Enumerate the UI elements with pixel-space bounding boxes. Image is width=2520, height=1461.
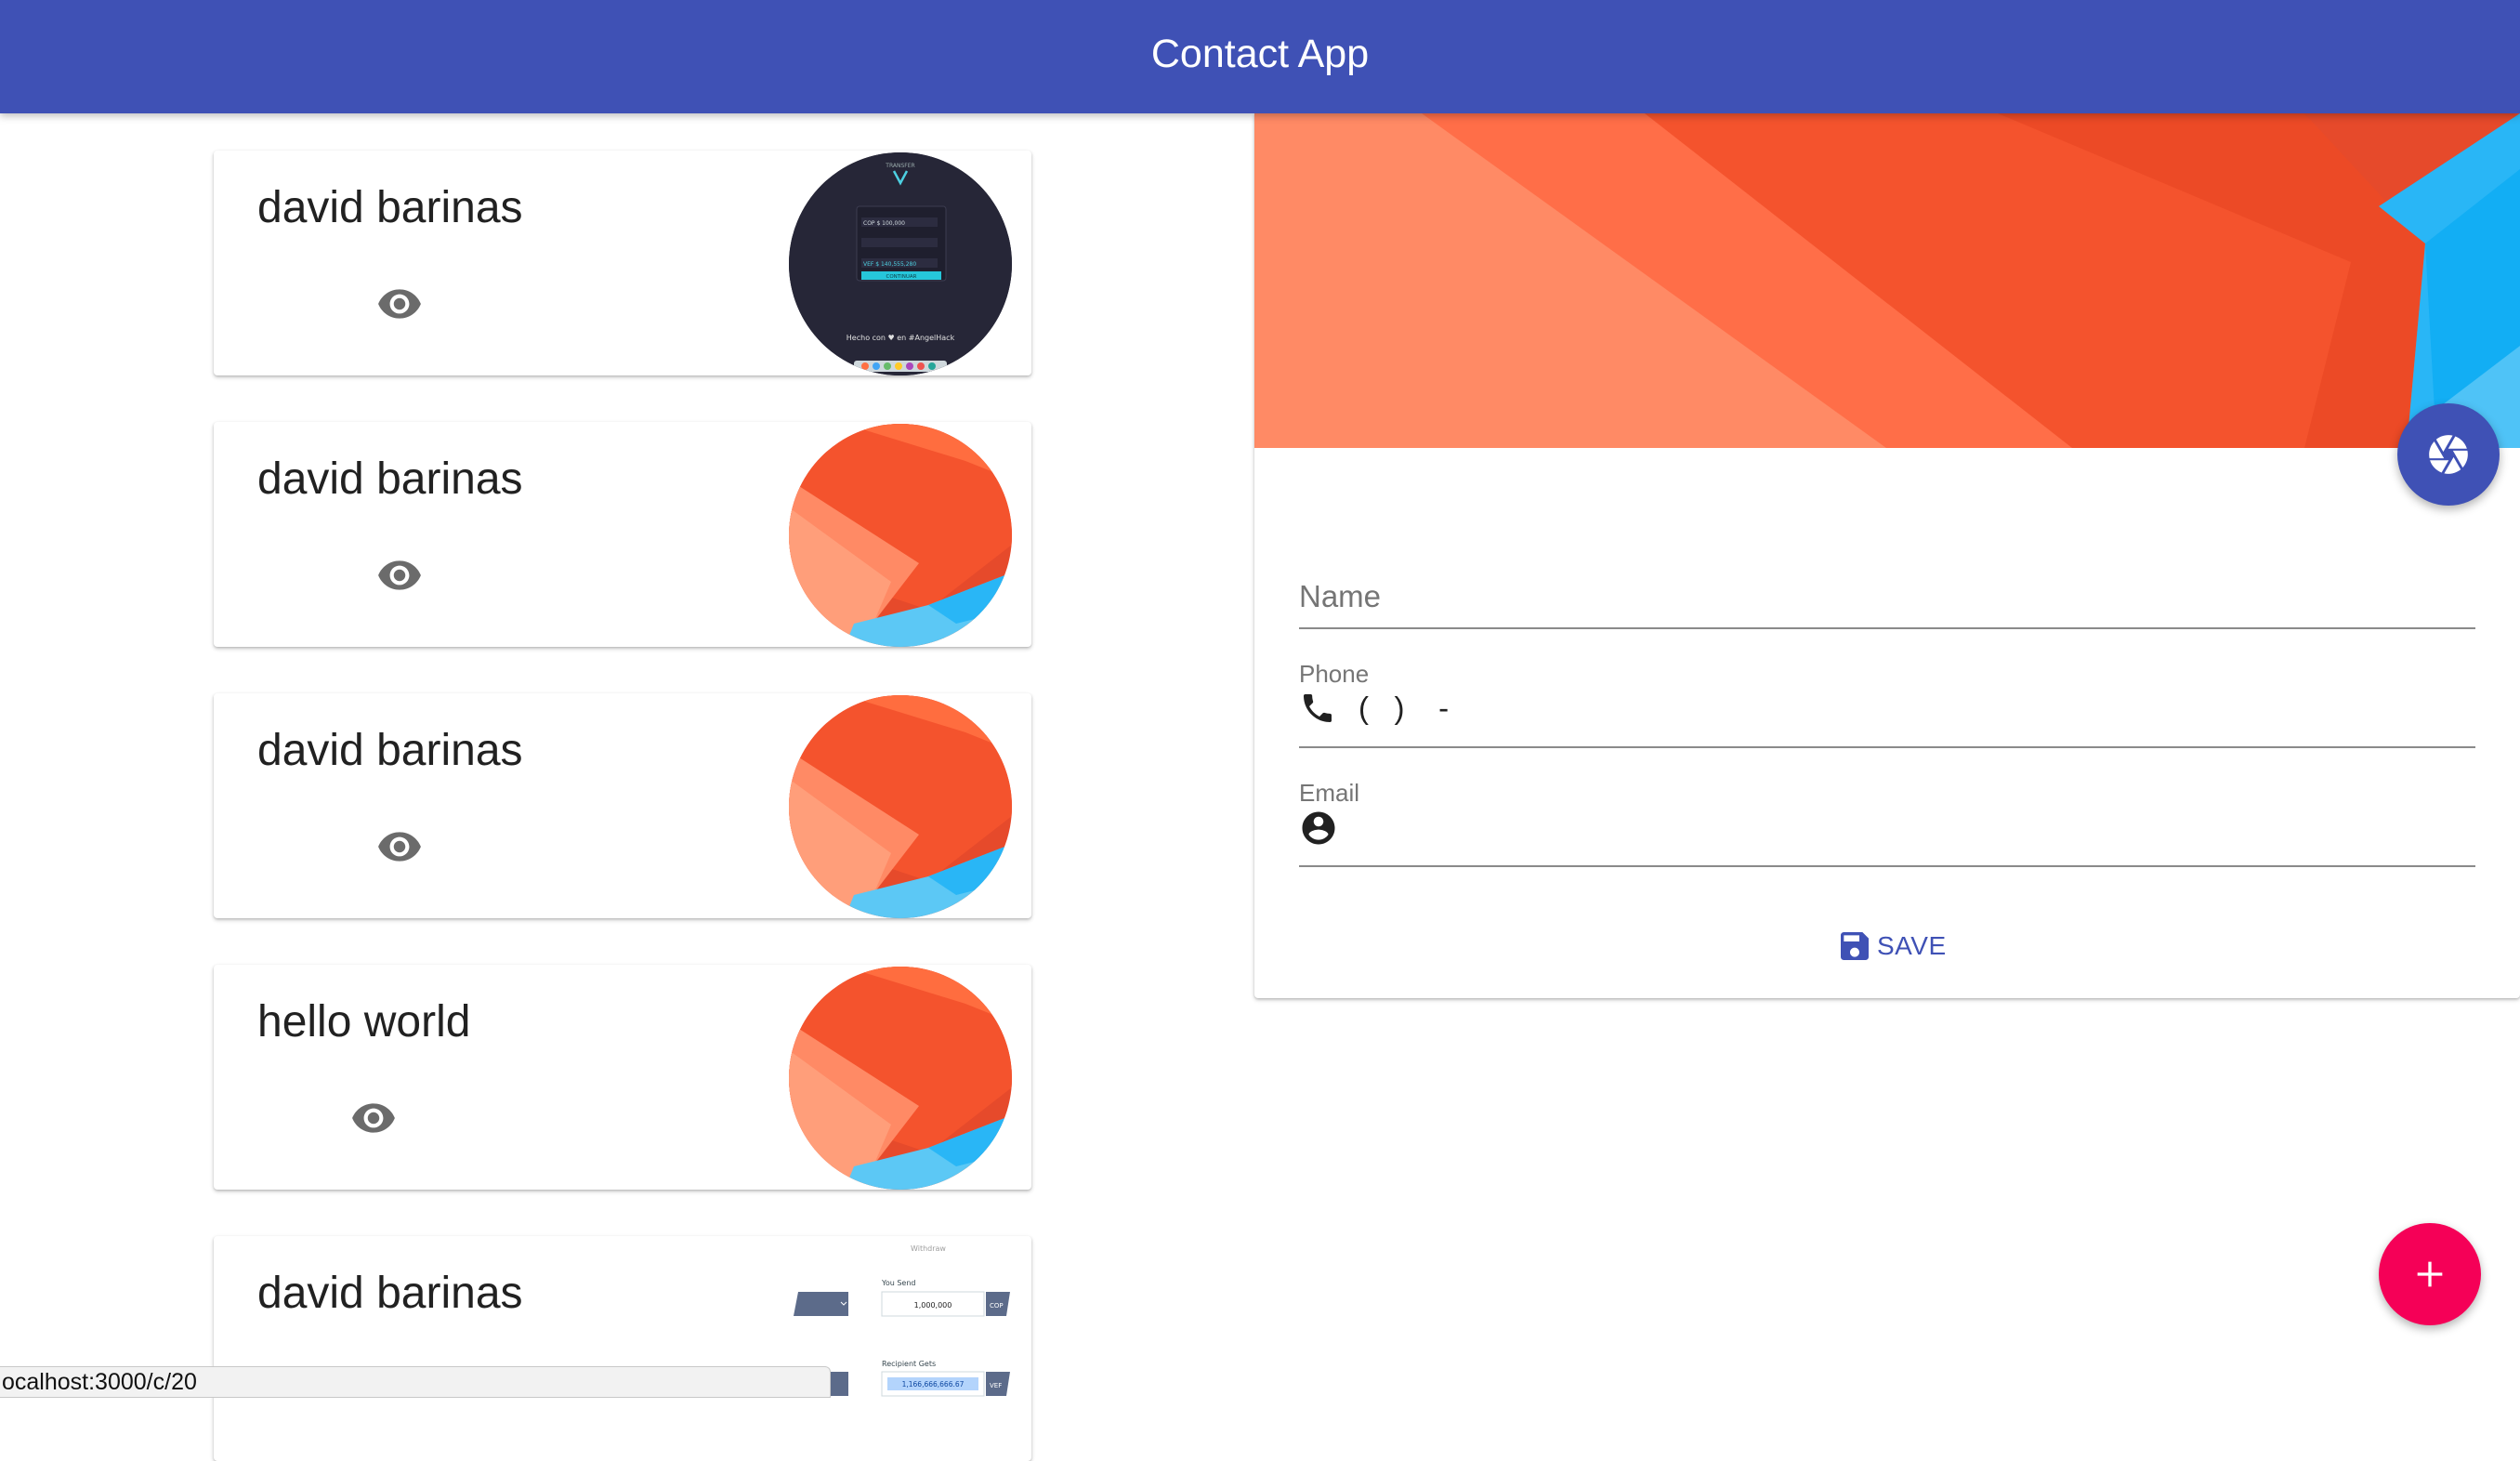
withdraw-vef: VEF	[990, 1382, 1002, 1389]
app-title: Contact App	[1150, 32, 1370, 76]
contact-form-card: Name Phone ( ) - Email SAVE	[1254, 113, 2520, 998]
withdraw-send-value: 1,000,000	[914, 1301, 952, 1310]
phone-icon	[1304, 694, 1332, 722]
email-input[interactable]	[1355, 801, 2475, 857]
cover-image	[1254, 113, 2520, 448]
contact-name: david barinas	[257, 454, 523, 504]
contact-card[interactable]: david barinas Withdraw You Send 1,000,00…	[214, 1236, 1031, 1461]
contact-avatar	[789, 424, 1012, 647]
avatar-send-row: COP $ 100,000	[863, 220, 905, 227]
contact-name: hello world	[257, 997, 471, 1046]
withdraw-send-label: You Send	[881, 1279, 915, 1287]
contact-name: david barinas	[257, 183, 523, 232]
eye-icon[interactable]	[376, 281, 423, 327]
contact-avatar	[789, 695, 1012, 918]
add-contact-button[interactable]	[2379, 1223, 2481, 1325]
contact-name: david barinas	[257, 1269, 523, 1318]
camera-button[interactable]	[2397, 403, 2500, 506]
eye-icon[interactable]	[350, 1095, 397, 1141]
email-underline	[1299, 865, 2475, 867]
withdraw-recipient-value: 1,166,666,666.67	[902, 1380, 965, 1389]
email-label: Email	[1299, 779, 1360, 807]
withdraw-cop: COP	[990, 1302, 1004, 1310]
phone-input[interactable]	[1533, 682, 2475, 738]
avatar-footer: Hecho con ♥ en #AngelHack	[847, 334, 955, 342]
name-input[interactable]	[1299, 569, 2475, 625]
contact-card[interactable]: david barinas TRANSFER COP $ 100,000 VEF…	[214, 151, 1031, 375]
phone-mask: ( ) -	[1358, 691, 1450, 725]
app-bar: Contact App	[0, 0, 2520, 113]
contact-name: david barinas	[257, 726, 523, 775]
contact-avatar: TRANSFER COP $ 100,000 VEF $ 140,555,280…	[789, 152, 1012, 375]
avatar-app-title: TRANSFER	[885, 163, 914, 169]
contact-avatar: Withdraw You Send 1,000,000 COP Recipien…	[789, 1236, 1012, 1461]
plus-icon	[2417, 1261, 2443, 1287]
save-button[interactable]: SAVE	[1836, 922, 1947, 970]
name-underline	[1299, 627, 2475, 629]
contact-card[interactable]: david barinas	[214, 693, 1031, 918]
floppy-save-icon	[1841, 932, 1869, 960]
contact-card[interactable]: david barinas	[214, 422, 1031, 647]
withdraw-title: Withdraw	[911, 1244, 946, 1253]
save-label: SAVE	[1877, 931, 1947, 960]
contact-card[interactable]: hello world	[214, 965, 1031, 1190]
eye-icon[interactable]	[376, 823, 423, 870]
avatar-button-text: CONTINUAR	[886, 274, 917, 280]
eye-icon[interactable]	[376, 552, 423, 599]
account-circle-icon	[1302, 811, 1335, 845]
phone-label: Phone	[1299, 660, 1370, 688]
status-bar-url: ocalhost:3000/c/20	[0, 1366, 831, 1398]
contact-avatar	[789, 967, 1012, 1190]
phone-underline	[1299, 746, 2475, 748]
avatar-recipient-row: VEF $ 140,555,280	[863, 261, 916, 268]
withdraw-recipient-label: Recipient Gets	[882, 1360, 936, 1368]
camera-shutter-icon	[2429, 435, 2468, 474]
